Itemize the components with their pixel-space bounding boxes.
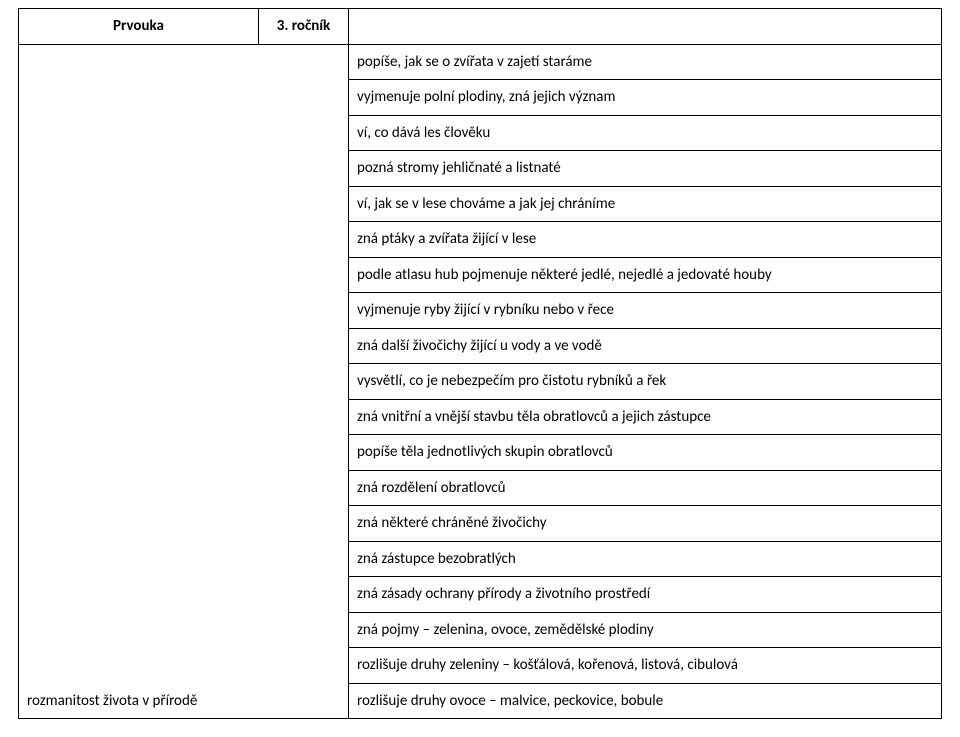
empty-header: [349, 9, 942, 45]
outcome-cell: zná další živočichy žijící u vody a ve v…: [349, 328, 942, 364]
outcome-cell: popíše, jak se o zvířata v zajetí starám…: [349, 44, 942, 80]
outcome-cell: rozlišuje druhy ovoce – malvice, peckovi…: [349, 683, 942, 719]
grade-header: 3. ročník: [259, 9, 349, 45]
table-header-row: Prvouka 3. ročník: [19, 9, 942, 45]
outcome-cell: popíše těla jednotlivých skupin obratlov…: [349, 435, 942, 471]
outcome-cell: pozná stromy jehličnaté a listnaté: [349, 151, 942, 187]
curriculum-table: Prvouka 3. ročník rozmanitost života v p…: [18, 8, 942, 719]
outcome-cell: vyjmenuje polní plodiny, zná jejich význ…: [349, 80, 942, 116]
outcome-cell: podle atlasu hub pojmenuje některé jedlé…: [349, 257, 942, 293]
outcome-cell: zná rozdělení obratlovců: [349, 470, 942, 506]
outcome-cell: vyjmenuje ryby žijící v rybníku nebo v ř…: [349, 293, 942, 329]
outcome-cell: zná pojmy – zelenina, ovoce, zemědělské …: [349, 612, 942, 648]
outcome-cell: zná zásady ochrany přírody a životního p…: [349, 577, 942, 613]
table-row: rozmanitost života v přírodě popíše, jak…: [19, 44, 942, 80]
outcome-cell: zná některé chráněné živočichy: [349, 506, 942, 542]
outcome-cell: zná vnitřní a vnější stavbu těla obratlo…: [349, 399, 942, 435]
outcome-cell: ví, co dává les člověku: [349, 115, 942, 151]
outcome-cell: rozlišuje druhy zeleniny – košťálová, ko…: [349, 648, 942, 684]
outcome-cell: zná ptáky a zvířata žijící v lese: [349, 222, 942, 258]
outcome-cell: zná zástupce bezobratlých: [349, 541, 942, 577]
outcome-cell: vysvětlí, co je nebezpečím pro čistotu r…: [349, 364, 942, 400]
outcome-cell: ví, jak se v lese chováme a jak jej chrá…: [349, 186, 942, 222]
subject-header: Prvouka: [19, 9, 259, 45]
topic-cell: rozmanitost života v přírodě: [19, 44, 349, 719]
